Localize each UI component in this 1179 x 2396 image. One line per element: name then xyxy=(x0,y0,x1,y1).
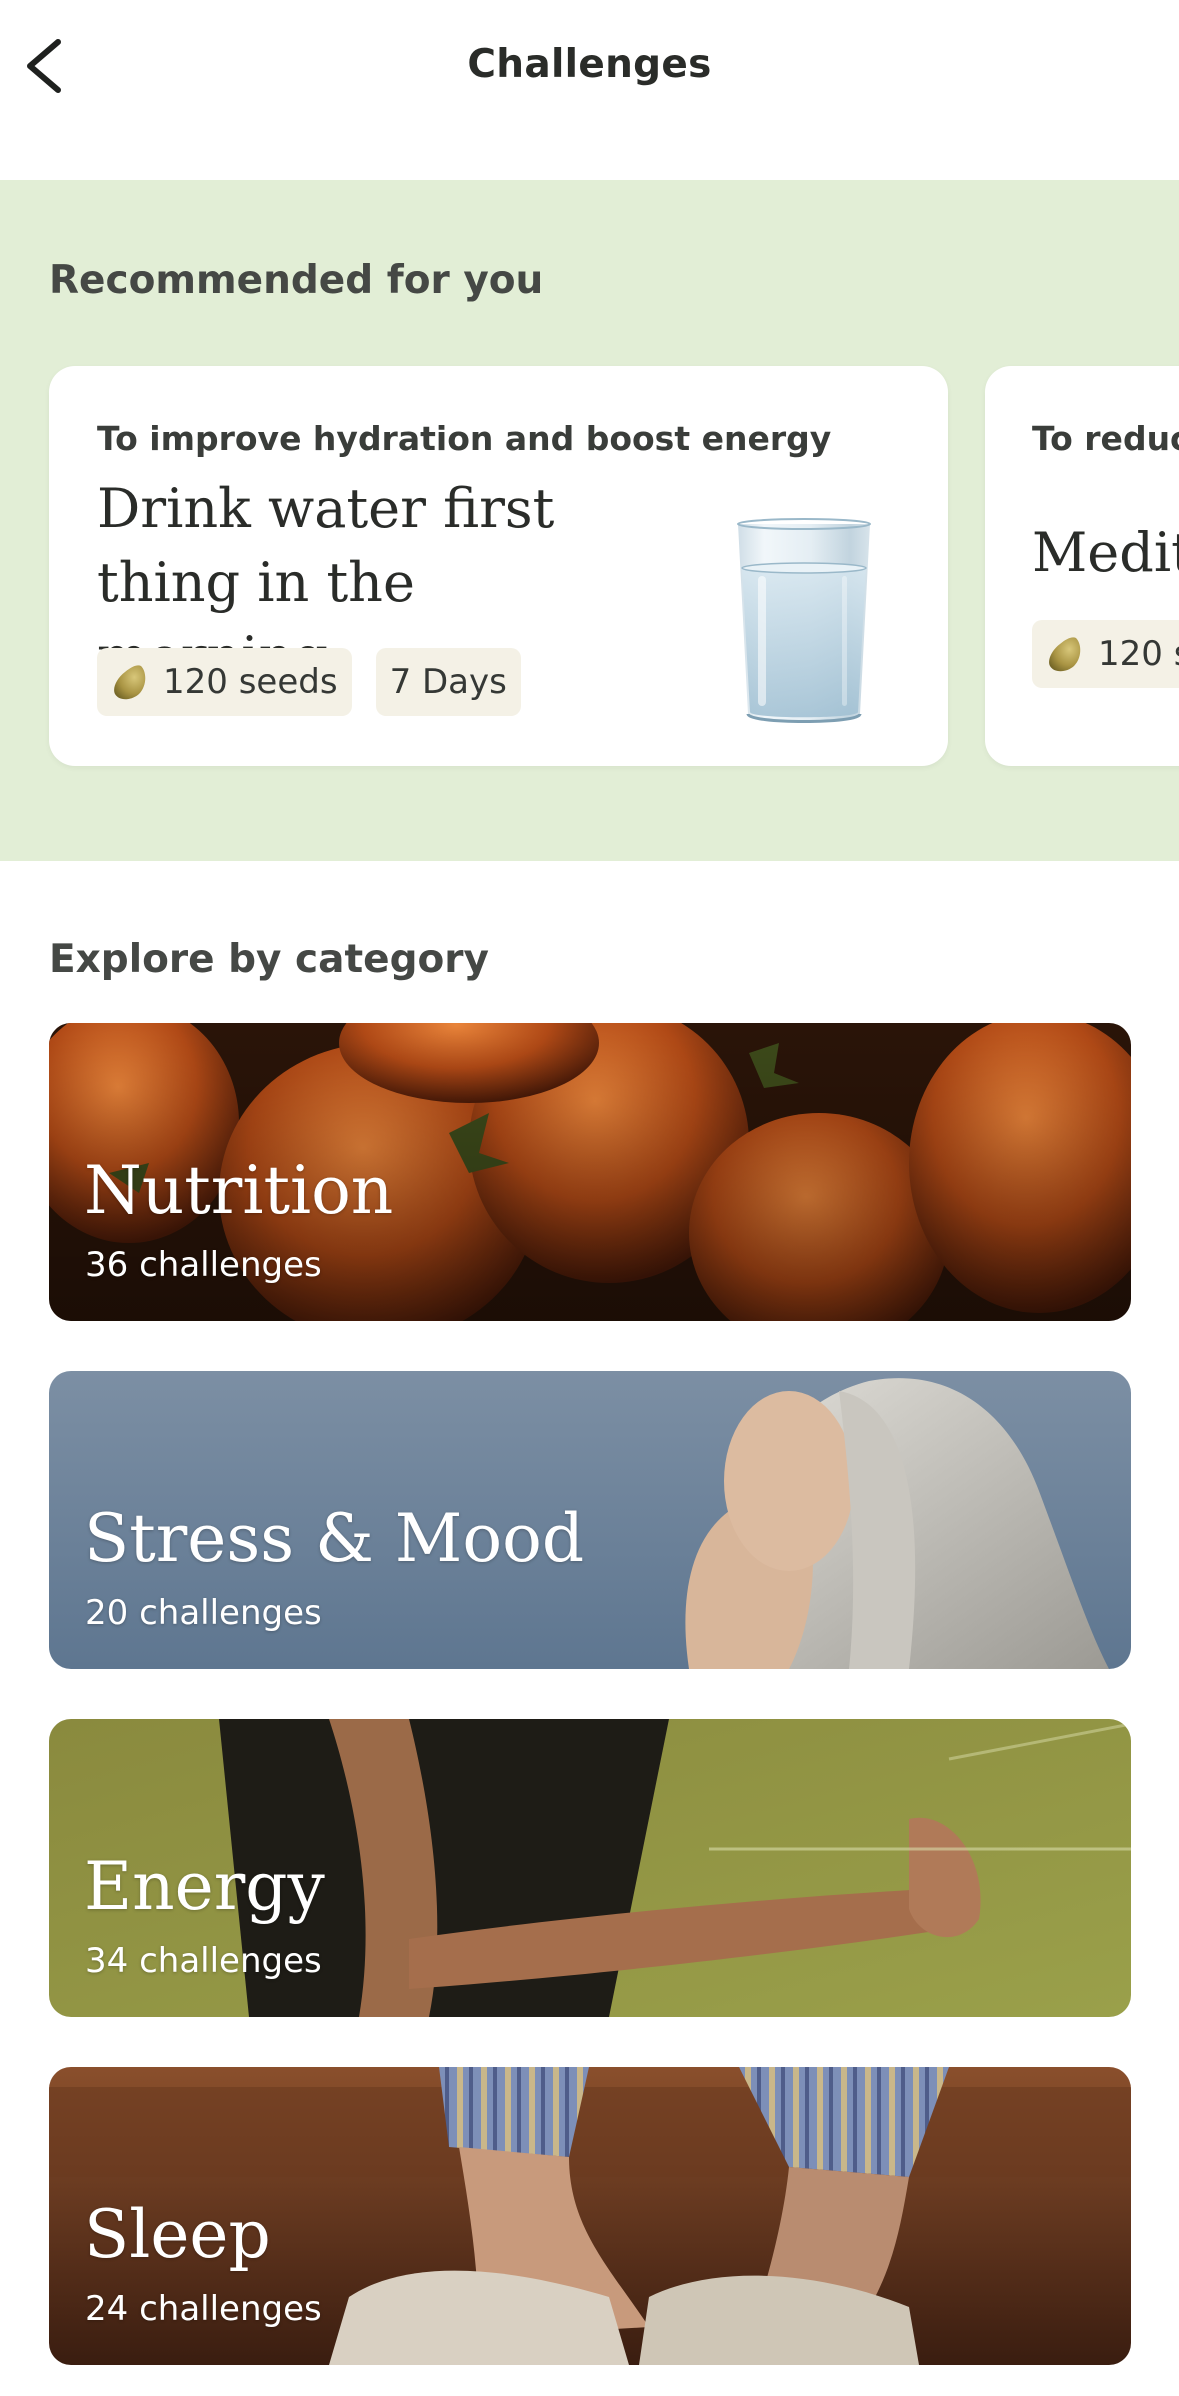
recommended-section: Recommended for you To improve hydration… xyxy=(0,180,1179,861)
category-card-stress-mood[interactable]: Stress & Mood 20 challenges xyxy=(49,1371,1131,1669)
category-count: 20 challenges xyxy=(85,1593,322,1633)
recommended-card[interactable]: To reduc improve Medit xyxy=(985,366,1179,766)
duration-label: 7 Days xyxy=(389,662,507,702)
seeds-label: 120 seeds xyxy=(163,662,338,702)
card-subtitle: To improve hydration and boost energy xyxy=(97,419,832,458)
category-name: Stress & Mood xyxy=(84,1500,585,1577)
category-card-sleep[interactable]: Sleep 24 challenges xyxy=(49,2067,1131,2365)
card-subtitle: To reduc improve xyxy=(1032,419,1179,458)
explore-heading: Explore by category xyxy=(49,937,489,982)
seeds-badge: 120 seeds xyxy=(97,648,352,716)
glass-of-water-image xyxy=(724,516,884,731)
category-name: Nutrition xyxy=(84,1152,394,1229)
category-count: 34 challenges xyxy=(85,1941,322,1981)
card-title: Medit xyxy=(1032,521,1179,584)
category-card-energy[interactable]: Energy 34 challenges xyxy=(49,1719,1131,2017)
seeds-label: 120 s xyxy=(1098,634,1179,674)
page-title: Challenges xyxy=(467,42,712,87)
card-tags: 120 seeds 7 Days xyxy=(97,648,521,716)
seed-icon xyxy=(1046,634,1084,674)
top-bar: Challenges xyxy=(0,0,1179,180)
recommended-heading: Recommended for you xyxy=(49,258,544,303)
category-name: Energy xyxy=(84,1848,325,1925)
recommended-card[interactable]: To improve hydration and boost energy Dr… xyxy=(49,366,948,766)
card-tags: 120 s xyxy=(1032,620,1179,688)
category-count: 24 challenges xyxy=(85,2289,322,2329)
category-card-nutrition[interactable]: Nutrition 36 challenges xyxy=(49,1023,1131,1321)
duration-badge: 7 Days xyxy=(375,648,521,716)
seeds-badge: 120 s xyxy=(1032,620,1179,688)
seed-icon xyxy=(111,662,149,702)
category-count: 36 challenges xyxy=(85,1245,322,1285)
category-name: Sleep xyxy=(84,2196,271,2273)
